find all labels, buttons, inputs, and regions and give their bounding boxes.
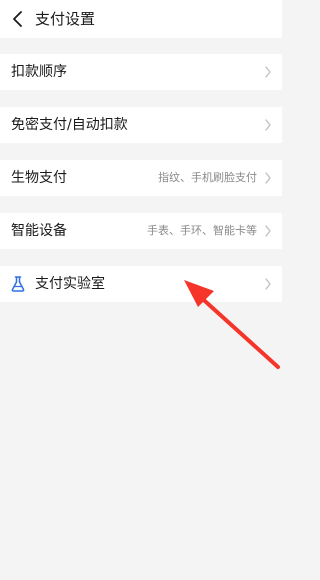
annotation-arrow-icon	[184, 280, 280, 369]
row-label: 智能设备	[11, 223, 67, 239]
chevron-left-icon[interactable]	[10, 10, 26, 28]
settings-row-biometric-pay[interactable]: 生物支付 指纹、手机刷脸支付	[0, 160, 282, 196]
app-header: 支付设置	[0, 0, 282, 38]
chevron-right-icon	[265, 66, 271, 78]
settings-row-deduction-order[interactable]: 扣款顺序	[0, 54, 282, 90]
row-label: 免密支付/自动扣款	[11, 117, 128, 133]
chevron-right-icon	[265, 172, 271, 184]
settings-row-passwordless-pay[interactable]: 免密支付/自动扣款	[0, 107, 282, 143]
row-subtitle: 手表、手环、智能卡等	[147, 224, 257, 237]
row-label: 扣款顺序	[11, 64, 67, 80]
chevron-right-icon	[265, 225, 271, 237]
chevron-right-icon	[265, 119, 271, 131]
row-label: 支付实验室	[35, 276, 105, 292]
payment-settings-page: 支付设置 扣款顺序 免密支付/自动扣款 生物支付 指纹、手机刷脸支付 智能设备 …	[0, 0, 282, 580]
row-subtitle: 指纹、手机刷脸支付	[158, 171, 257, 184]
flask-icon	[11, 276, 25, 292]
settings-row-smart-devices[interactable]: 智能设备 手表、手环、智能卡等	[0, 213, 282, 249]
page-title: 支付设置	[35, 10, 96, 28]
row-label: 生物支付	[11, 170, 67, 186]
